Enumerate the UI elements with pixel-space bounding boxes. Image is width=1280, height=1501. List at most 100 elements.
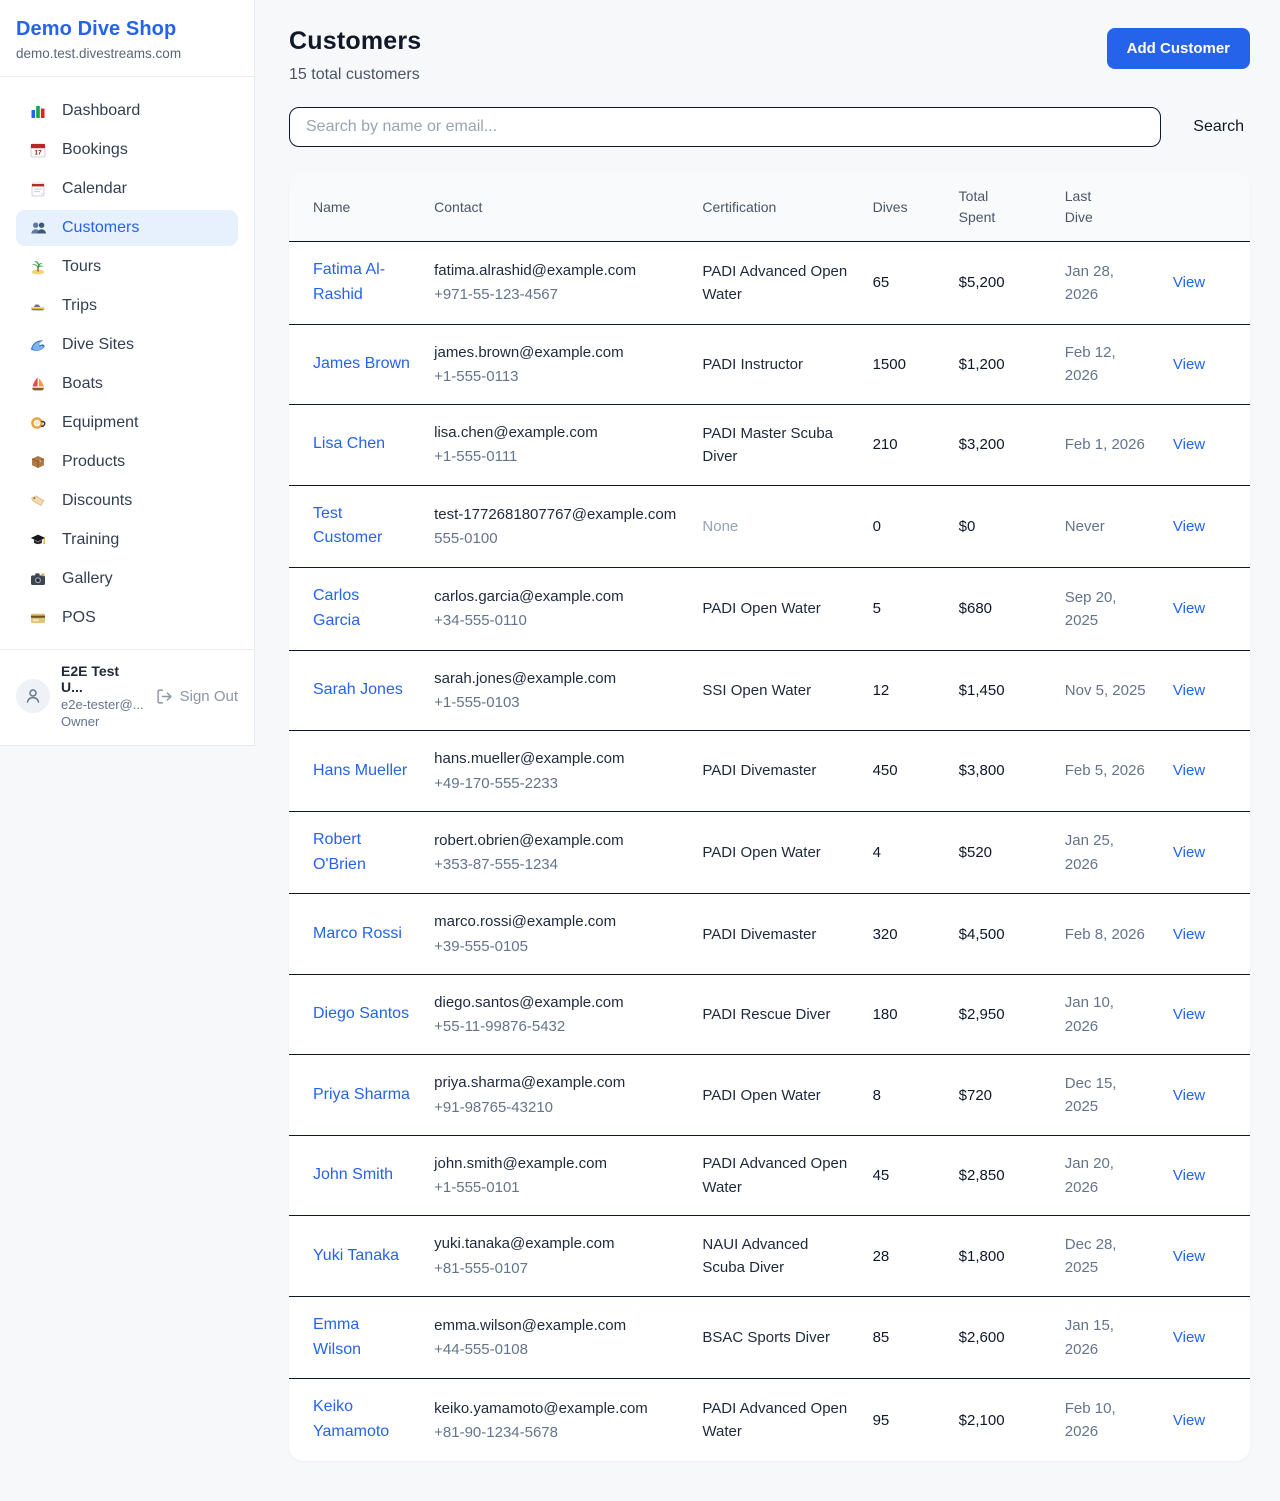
sidebar-item-dashboard[interactable]: Dashboard xyxy=(16,93,238,129)
view-link[interactable]: View xyxy=(1173,274,1205,291)
customer-dives: 180 xyxy=(873,1006,898,1023)
person-icon xyxy=(24,687,42,705)
trips-icon xyxy=(28,297,48,315)
view-link[interactable]: View xyxy=(1173,436,1205,453)
customer-name-link[interactable]: Priya Sharma xyxy=(313,1086,410,1103)
view-link[interactable]: View xyxy=(1173,1248,1205,1265)
page-title: Customers xyxy=(289,27,421,56)
sidebar-item-training[interactable]: Training xyxy=(16,522,238,558)
sign-out-button[interactable]: Sign Out xyxy=(156,688,238,705)
customer-total-spent: $3,200 xyxy=(959,436,1005,453)
customer-phone: +55-11-99876-5432 xyxy=(434,1015,678,1038)
customer-dives: 12 xyxy=(873,682,890,699)
dive-sites-icon xyxy=(28,336,48,354)
view-link[interactable]: View xyxy=(1173,1006,1205,1023)
sidebar-item-products[interactable]: Products xyxy=(16,444,238,480)
customer-name-link[interactable]: Test Customer xyxy=(313,505,382,547)
view-link[interactable]: View xyxy=(1173,1329,1205,1346)
sidebar-header: Demo Dive Shop demo.test.divestreams.com xyxy=(0,0,254,77)
user-info: E2E Test U... e2e-tester@... Owner xyxy=(61,663,145,729)
customer-email: john.smith@example.com xyxy=(434,1152,678,1175)
table-row: Emma Wilson emma.wilson@example.com +44-… xyxy=(289,1296,1250,1379)
view-link[interactable]: View xyxy=(1173,682,1205,699)
view-link[interactable]: View xyxy=(1173,762,1205,779)
sidebar-item-label: POS xyxy=(62,609,96,627)
user-email: e2e-tester@... xyxy=(61,697,145,712)
view-link[interactable]: View xyxy=(1173,926,1205,943)
sidebar-item-label: Dashboard xyxy=(62,102,140,120)
customer-certification: PADI Rescue Diver xyxy=(702,1006,830,1023)
view-link[interactable]: View xyxy=(1173,518,1205,535)
column-header-certification: Certification xyxy=(702,173,872,242)
sidebar-item-label: Calendar xyxy=(62,180,127,198)
customer-last-dive: Feb 8, 2026 xyxy=(1065,926,1145,943)
customer-name-link[interactable]: Diego Santos xyxy=(313,1005,409,1022)
sidebar-item-equipment[interactable]: Equipment xyxy=(16,405,238,441)
customer-name-link[interactable]: Keiko Yamamoto xyxy=(313,1398,389,1440)
customer-name-link[interactable]: Emma Wilson xyxy=(313,1316,361,1358)
customer-name-link[interactable]: Yuki Tanaka xyxy=(313,1247,399,1264)
page-header: Customers 15 total customers Add Custome… xyxy=(289,27,1250,84)
customer-last-dive: Jan 20, 2026 xyxy=(1065,1155,1114,1195)
customer-name-link[interactable]: Fatima Al-Rashid xyxy=(313,261,385,303)
customer-total-spent: $3,800 xyxy=(959,762,1005,779)
sign-out-icon xyxy=(156,688,173,705)
customer-last-dive: Feb 12, 2026 xyxy=(1065,344,1116,384)
customer-certification: PADI Divemaster xyxy=(702,926,816,943)
customer-name-link[interactable]: James Brown xyxy=(313,355,410,372)
customer-phone: +91-98765-43210 xyxy=(434,1096,678,1119)
column-header-dives: Dives xyxy=(873,173,959,242)
sidebar-item-pos[interactable]: POS xyxy=(16,600,238,636)
sidebar-item-bookings[interactable]: 17 Bookings xyxy=(16,132,238,168)
sidebar-item-boats[interactable]: Boats xyxy=(16,366,238,402)
customer-email: sarah.jones@example.com xyxy=(434,667,678,690)
customer-phone: +44-555-0108 xyxy=(434,1338,678,1361)
customer-last-dive: Jan 28, 2026 xyxy=(1065,263,1114,303)
sidebar-item-label: Gallery xyxy=(62,570,113,588)
sidebar-item-customers[interactable]: Customers xyxy=(16,210,238,246)
sidebar-item-dive-sites[interactable]: Dive Sites xyxy=(16,327,238,363)
table-row: Hans Mueller hans.mueller@example.com +4… xyxy=(289,731,1250,812)
customer-name-link[interactable]: Sarah Jones xyxy=(313,681,403,698)
sidebar-item-gallery[interactable]: Gallery xyxy=(16,561,238,597)
customer-name-link[interactable]: John Smith xyxy=(313,1166,393,1183)
user-name: E2E Test U... xyxy=(61,663,145,695)
sidebar-item-discounts[interactable]: Discounts xyxy=(16,483,238,519)
customer-name-link[interactable]: Lisa Chen xyxy=(313,435,385,452)
sidebar-item-tours[interactable]: Tours xyxy=(16,249,238,285)
sidebar-item-label: Customers xyxy=(62,219,139,237)
sidebar-item-label: Boats xyxy=(62,375,103,393)
search-input[interactable] xyxy=(289,107,1161,147)
customer-name-link[interactable]: Carlos Garcia xyxy=(313,587,360,629)
view-link[interactable]: View xyxy=(1173,600,1205,617)
view-link[interactable]: View xyxy=(1173,1087,1205,1104)
view-link[interactable]: View xyxy=(1173,356,1205,373)
table-row: Yuki Tanaka yuki.tanaka@example.com +81-… xyxy=(289,1216,1250,1297)
customer-dives: 28 xyxy=(873,1248,890,1265)
customer-certification: PADI Advanced Open Water xyxy=(702,263,847,303)
sidebar-item-trips[interactable]: Trips xyxy=(16,288,238,324)
table-row: Diego Santos diego.santos@example.com +5… xyxy=(289,974,1250,1055)
customer-last-dive: Dec 28, 2025 xyxy=(1065,1236,1117,1276)
customer-name-link[interactable]: Hans Mueller xyxy=(313,762,407,779)
add-customer-button[interactable]: Add Customer xyxy=(1107,28,1250,69)
customer-dives: 1500 xyxy=(873,356,906,373)
customer-name-link[interactable]: Marco Rossi xyxy=(313,925,402,942)
customer-last-dive: Jan 10, 2026 xyxy=(1065,994,1114,1034)
customer-phone: 555-0100 xyxy=(434,527,678,550)
view-link[interactable]: View xyxy=(1173,1412,1205,1429)
customer-email: carlos.garcia@example.com xyxy=(434,585,678,608)
table-row: Carlos Garcia carlos.garcia@example.com … xyxy=(289,568,1250,651)
tours-icon xyxy=(28,258,48,276)
customer-name-link[interactable]: Robert O'Brien xyxy=(313,831,366,873)
customer-email: james.brown@example.com xyxy=(434,341,678,364)
main-content: Customers 15 total customers Add Custome… xyxy=(255,0,1280,1501)
view-link[interactable]: View xyxy=(1173,1167,1205,1184)
customer-dives: 8 xyxy=(873,1087,881,1104)
customer-last-dive: Jan 25, 2026 xyxy=(1065,832,1114,872)
search-button[interactable]: Search xyxy=(1187,110,1250,144)
svg-text:17: 17 xyxy=(34,150,42,157)
view-link[interactable]: View xyxy=(1173,844,1205,861)
sidebar-item-calendar[interactable]: Calendar xyxy=(16,171,238,207)
sidebar-item-label: Discounts xyxy=(62,492,132,510)
